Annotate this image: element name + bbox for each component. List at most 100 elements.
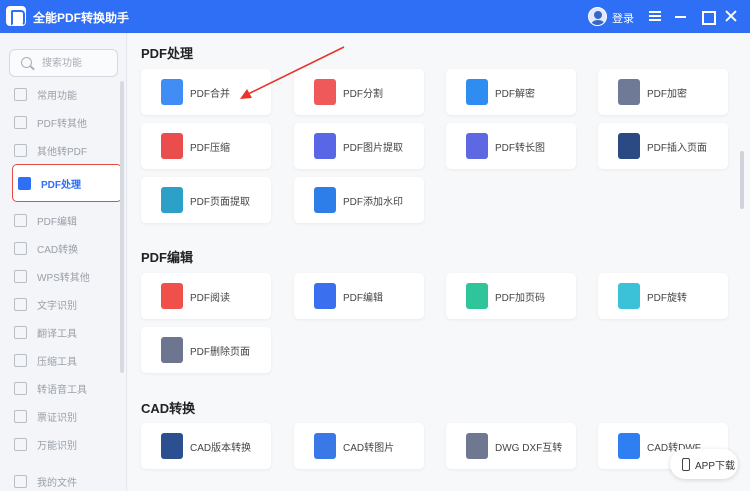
sidebar-item-label: 转语音工具 [37,384,87,396]
sidebar-item[interactable]: PDF编辑 [14,208,114,232]
ticket-icon [14,409,27,423]
tool-card-label: PDF阅读 [190,292,230,304]
main-panel: PDF处理 PDF合并 PDF分割 PDF解密 PDF加密 PDF压缩 PDF图片提取 PDF… [128,33,750,491]
tool-card-label: PDF旋转 [647,292,687,304]
minimize-icon[interactable] [672,7,690,25]
sidebar-item[interactable]: PDF处理 [12,164,122,202]
sidebar-item-label: PDF编辑 [37,216,77,228]
sidebar-item-label: 常用功能 [37,90,77,102]
tool-card-label: PDF分割 [343,88,383,100]
sidebar-item-label: 压缩工具 [37,356,77,368]
dwg-dxf-icon [466,433,488,459]
edit-icon [314,283,336,309]
tool-card[interactable]: PDF加页码 [446,273,576,319]
tool-card-label: PDF插入页面 [647,142,707,154]
to-pdf-icon [14,143,27,157]
lock-icon [618,79,640,105]
translate-icon [14,325,27,339]
tool-card[interactable]: DWG DXF互转 [446,423,576,469]
pdf-convert-icon [14,115,27,129]
sidebar-item[interactable]: 票证识别 [14,404,114,428]
tool-card[interactable]: PDF加密 [598,69,728,115]
cad-version-icon [161,433,183,459]
sidebar-item[interactable]: 常用功能 [14,82,114,106]
universal-ocr-icon [14,437,27,451]
search-input[interactable] [42,55,112,71]
main-scrollbar[interactable] [740,151,744,209]
sidebar-item[interactable]: PDF转其他 [14,110,114,134]
tool-card[interactable]: PDF编辑 [294,273,424,319]
sidebar-item[interactable]: 我的文件 [14,469,114,491]
tool-card[interactable]: PDF分割 [294,69,424,115]
tool-card-label: PDF添加水印 [343,196,403,208]
tool-card[interactable]: PDF解密 [446,69,576,115]
tool-card[interactable]: PDF添加水印 [294,177,424,223]
tool-card[interactable]: PDF压缩 [141,123,271,169]
speech-icon [14,381,27,395]
login-button[interactable]: 登录 [612,10,634,26]
tool-card[interactable]: PDF阅读 [141,273,271,319]
tool-card-label: PDF加密 [647,88,687,100]
sidebar-item-label: 票证识别 [37,412,77,424]
tool-card-label: DWG DXF互转 [495,442,563,454]
maximize-icon[interactable] [698,7,716,25]
split-icon [314,79,336,105]
cad-dwf-icon [618,433,640,459]
tool-card-label: PDF加页码 [495,292,545,304]
search-icon [21,57,32,68]
unlock-icon [466,79,488,105]
menu-icon[interactable] [646,7,664,25]
search-box[interactable] [9,49,118,77]
merge-icon [161,79,183,105]
sidebar-item-label: 其他转PDF [37,146,87,158]
tool-card-label: PDF解密 [495,88,535,100]
zip-icon [161,133,183,159]
watermark-icon [314,187,336,213]
sidebar-item-label: 万能识别 [37,440,77,452]
sidebar-item-label: PDF转其他 [37,118,87,130]
sidebar-item[interactable]: 其他转PDF [14,138,114,162]
tool-card-label: PDF图片提取 [343,142,403,154]
tool-card[interactable]: PDF页面提取 [141,177,271,223]
sidebar-item-label: PDF处理 [41,179,81,191]
sidebar-item[interactable]: 压缩工具 [14,348,114,372]
cad-image-icon [314,433,336,459]
sidebar-scrollbar[interactable] [120,81,124,373]
sidebar-item[interactable]: WPS转其他 [14,264,114,288]
sidebar-item[interactable]: CAD转换 [14,236,114,260]
sidebar-item[interactable]: 万能识别 [14,432,114,456]
sidebar-item-label: 我的文件 [37,477,77,489]
user-avatar-icon[interactable] [588,7,607,26]
sidebar-item[interactable]: 文字识别 [14,292,114,316]
tool-card-label: CAD版本转换 [190,442,252,454]
app-logo-icon [6,6,26,26]
close-icon[interactable] [722,7,740,25]
folder-icon [14,474,27,488]
tool-card-label: PDF合并 [190,88,230,100]
rotate-icon [618,283,640,309]
tool-card[interactable]: PDF插入页面 [598,123,728,169]
compress-icon [14,353,27,367]
tool-card-label: PDF转长图 [495,142,545,154]
tool-card[interactable]: PDF转长图 [446,123,576,169]
sidebar-item-label: WPS转其他 [37,272,90,284]
tool-card[interactable]: PDF合并 [141,69,271,115]
tool-card[interactable]: PDF图片提取 [294,123,424,169]
grid-icon [14,87,27,101]
tool-card[interactable]: PDF删除页面 [141,327,271,373]
app-download-button[interactable]: APP下载 [670,449,738,479]
tool-card[interactable]: PDF旋转 [598,273,728,319]
ocr-icon [14,297,27,311]
app-download-label: APP下载 [695,460,736,472]
tool-card-label: PDF页面提取 [190,196,250,208]
section-title: PDF处理 [141,46,194,61]
sidebar-item[interactable]: 转语音工具 [14,376,114,400]
sidebar-item[interactable]: 翻译工具 [14,320,114,344]
tool-card-label: PDF删除页面 [190,346,250,358]
tool-card[interactable]: CAD版本转换 [141,423,271,469]
section-title: PDF编辑 [141,250,194,265]
sidebar: 常用功能 PDF转其他其他转PDF PDF处理 PDF编辑 CAD转换 WPS转其他文字识… [0,33,127,491]
cad-icon [14,241,27,255]
tool-card[interactable]: CAD转图片 [294,423,424,469]
tool-card-label: PDF编辑 [343,292,383,304]
